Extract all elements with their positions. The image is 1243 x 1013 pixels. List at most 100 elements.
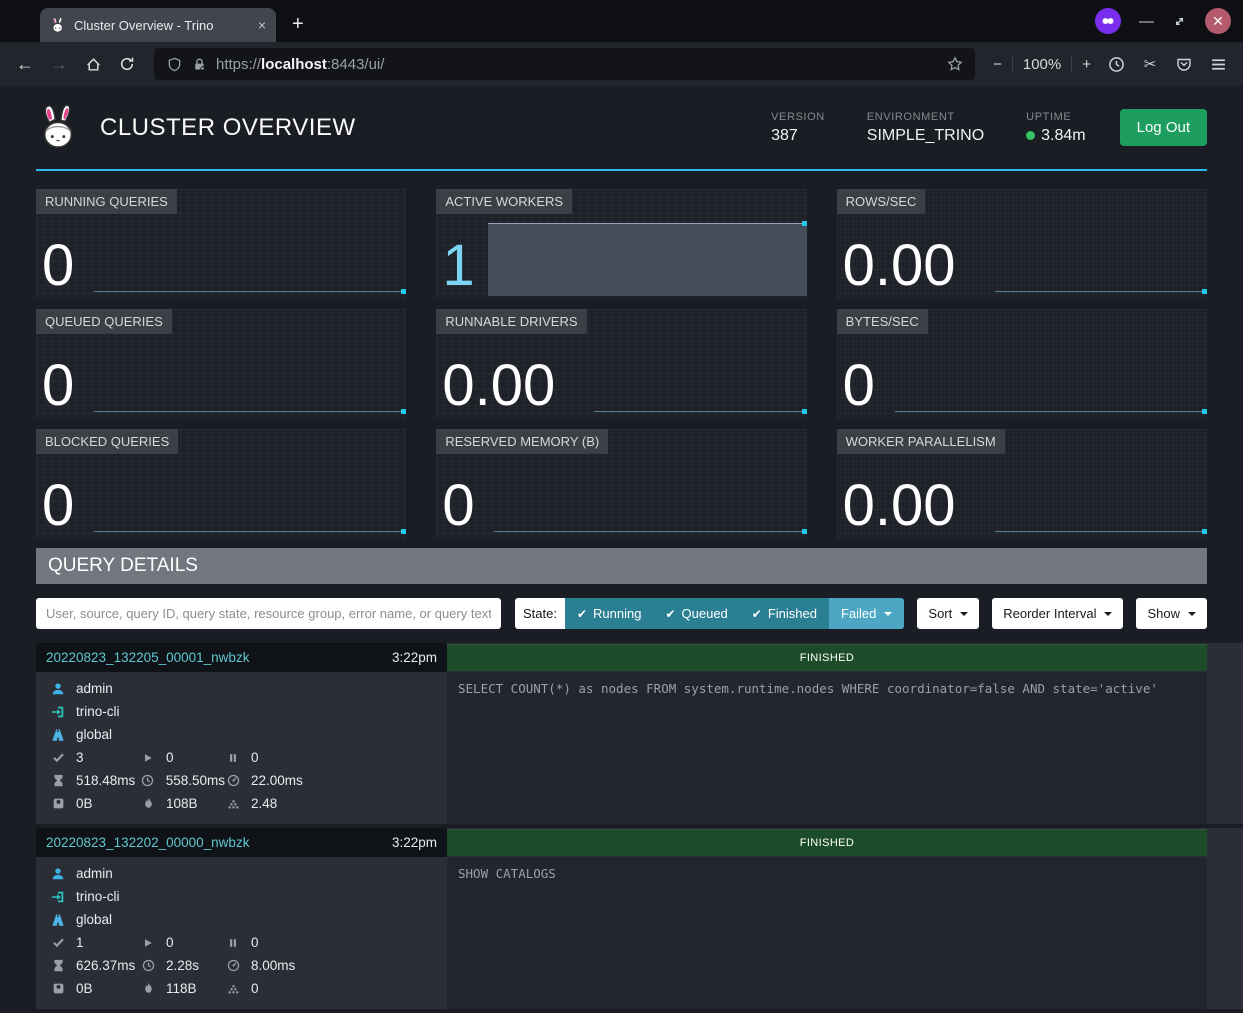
filter-running-button[interactable]: ✔ Running xyxy=(565,598,654,629)
query-status-bar: FINISHED xyxy=(447,644,1207,671)
version-meta: VERSION 387 xyxy=(771,111,825,145)
environment-meta: ENVIRONMENT SIMPLE_TRINO xyxy=(867,111,984,145)
sparkline xyxy=(995,291,1205,292)
window-close-button[interactable]: ✕ xyxy=(1205,8,1231,34)
trino-page: CLUSTER OVERVIEW VERSION 387 ENVIRONMENT… xyxy=(0,86,1243,1013)
query-user: admin xyxy=(76,866,113,881)
query-search-input[interactable] xyxy=(36,598,501,629)
menu-hamburger-icon[interactable] xyxy=(1203,49,1233,79)
page-title: CLUSTER OVERVIEW xyxy=(100,114,356,142)
url-text[interactable]: https://localhost:8443/ui/ xyxy=(216,56,938,73)
sparkline xyxy=(594,411,804,412)
source-login-icon xyxy=(50,705,66,719)
check-icon: ✔ xyxy=(665,607,675,621)
cpu-time-clock-icon xyxy=(140,774,156,787)
check-icon: ✔ xyxy=(577,607,587,621)
stat-card-worker-parallelism: WORKER PARALLELISM 0.00 xyxy=(837,429,1207,539)
reorder-interval-dropdown[interactable]: Reorder Interval xyxy=(992,598,1123,629)
window-minimize-button[interactable]: — xyxy=(1139,13,1154,30)
query-user: admin xyxy=(76,681,113,696)
stat-card-queued-queries: QUEUED QUERIES 0 xyxy=(36,309,406,419)
sparkline xyxy=(94,411,404,412)
blocked-time-gauge-icon xyxy=(225,959,241,972)
wall-time-hourglass-icon xyxy=(50,959,66,972)
tab-close-icon[interactable]: × xyxy=(258,17,266,33)
wall-time-hourglass-icon xyxy=(50,774,66,787)
user-icon xyxy=(50,867,66,881)
browser-tab-bar: Cluster Overview - Trino × + — ✕ xyxy=(0,0,1243,42)
parallelism-bars-icon xyxy=(225,982,241,995)
stat-card-rows-sec: ROWS/SEC 0.00 xyxy=(837,189,1207,299)
new-tab-button[interactable]: + xyxy=(292,13,304,36)
query-details-header: QUERY DETAILS xyxy=(36,548,1207,584)
blocked-time-gauge-icon xyxy=(225,774,241,787)
cluster-stats-grid: RUNNING QUERIES 0 ACTIVE WORKERS 1 ROWS/… xyxy=(36,189,1207,539)
reload-button[interactable] xyxy=(112,49,142,79)
sparkline xyxy=(494,531,804,532)
filter-finished-button[interactable]: ✔ Finished xyxy=(740,598,829,629)
zoom-out-button[interactable]: − xyxy=(993,56,1002,73)
query-resource-group: global xyxy=(76,727,112,742)
history-icon[interactable] xyxy=(1101,49,1131,79)
sparkline xyxy=(94,291,404,292)
query-id-link[interactable]: 20220823_132205_00001_nwbzk xyxy=(46,650,249,665)
resource-group-road-icon xyxy=(50,913,66,927)
cumulative-memory-flame-icon xyxy=(140,982,156,995)
query-row: 20220823_132202_00000_nwbzk 3:22pm FINIS… xyxy=(36,828,1243,1009)
uptime-status-dot xyxy=(1026,131,1035,140)
tab-title: Cluster Overview - Trino xyxy=(74,18,250,33)
sort-dropdown[interactable]: Sort xyxy=(917,598,979,629)
screenshot-icon[interactable]: ✂ xyxy=(1135,49,1165,79)
current-memory-scale-icon xyxy=(50,982,66,995)
uptime-meta: UPTIME 3.84m xyxy=(1026,111,1085,145)
chevron-down-icon xyxy=(1104,612,1112,616)
sparkline xyxy=(94,531,404,532)
query-time: 3:22pm xyxy=(392,835,437,850)
query-sql-text: SELECT COUNT(*) as nodes FROM system.run… xyxy=(447,672,1207,824)
cpu-time-clock-icon xyxy=(140,959,156,972)
query-sql-text: SHOW CATALOGS xyxy=(447,857,1207,1009)
query-status-bar: FINISHED xyxy=(447,829,1207,856)
query-id-link[interactable]: 20220823_132202_00000_nwbzk xyxy=(46,835,249,850)
resource-group-road-icon xyxy=(50,728,66,742)
splits-queued-pause-icon xyxy=(225,752,241,764)
query-time: 3:22pm xyxy=(392,650,437,665)
query-source: trino-cli xyxy=(76,889,120,904)
query-resource-group: global xyxy=(76,912,112,927)
filter-failed-dropdown[interactable]: Failed xyxy=(829,598,904,629)
zoom-level[interactable]: 100% xyxy=(1023,56,1061,73)
sparkline-area xyxy=(488,223,806,296)
query-filter-toolbar: State: ✔ Running ✔ Queued ✔ Finished Fai… xyxy=(36,598,1207,629)
show-dropdown[interactable]: Show xyxy=(1136,598,1207,629)
chevron-down-icon xyxy=(960,612,968,616)
lock-warning-icon[interactable] xyxy=(191,57,207,72)
browser-tab[interactable]: Cluster Overview - Trino × xyxy=(40,8,276,42)
home-button[interactable] xyxy=(78,49,108,79)
pocket-icon[interactable] xyxy=(1169,49,1199,79)
forward-button: → xyxy=(44,49,74,79)
url-bar[interactable]: https://localhost:8443/ui/ xyxy=(154,48,975,80)
stat-card-blocked-queries: BLOCKED QUERIES 0 xyxy=(36,429,406,539)
logout-button[interactable]: Log Out xyxy=(1120,109,1207,146)
user-icon xyxy=(50,682,66,696)
window-restore-button[interactable] xyxy=(1172,14,1187,29)
stat-card-bytes-sec: BYTES/SEC 0 xyxy=(837,309,1207,419)
splits-queued-pause-icon xyxy=(225,937,241,949)
splits-running-play-icon xyxy=(140,937,156,949)
tracking-shield-icon[interactable] xyxy=(166,57,182,72)
back-button[interactable]: ← xyxy=(10,49,40,79)
splits-running-play-icon xyxy=(140,752,156,764)
zoom-in-button[interactable]: + xyxy=(1082,56,1091,73)
trino-favicon-icon xyxy=(50,17,66,34)
sparkline xyxy=(995,531,1205,532)
filter-queued-button[interactable]: ✔ Queued xyxy=(653,598,739,629)
stat-card-reserved-memory: RESERVED MEMORY (B) 0 xyxy=(436,429,806,539)
splits-completed-check-icon xyxy=(50,751,66,764)
query-source: trino-cli xyxy=(76,704,120,719)
trino-logo xyxy=(36,103,82,153)
query-row: 20220823_132205_00001_nwbzk 3:22pm FINIS… xyxy=(36,643,1243,824)
bookmark-star-icon[interactable] xyxy=(947,56,963,72)
state-filter-label: State: xyxy=(515,598,565,629)
stat-card-active-workers: ACTIVE WORKERS 1 xyxy=(436,189,806,299)
private-browsing-icon xyxy=(1095,8,1121,34)
